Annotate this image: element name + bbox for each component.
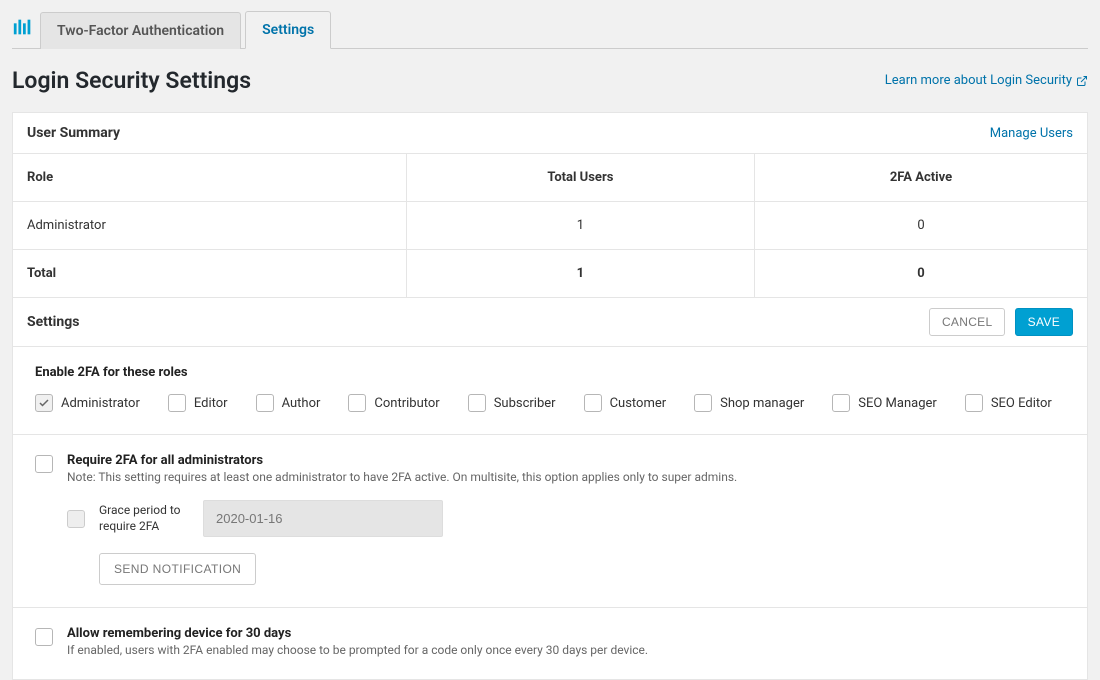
- cell-role: Total: [13, 250, 406, 298]
- user-summary-panel: User Summary Manage Users Role Total Use…: [12, 112, 1088, 680]
- tab-two-factor[interactable]: Two-Factor Authentication: [40, 12, 241, 49]
- remember-device-title: Allow remembering device for 30 days: [67, 626, 648, 641]
- role-label: Contributor: [374, 396, 439, 411]
- tab-settings[interactable]: Settings: [245, 11, 331, 49]
- require-2fa-note: Note: This setting requires at least one…: [67, 470, 737, 484]
- require-2fa-title: Require 2FA for all administrators: [67, 453, 737, 468]
- table-row: Administrator 1 0: [13, 202, 1087, 250]
- role-option[interactable]: Subscriber: [468, 394, 556, 412]
- tab-bar: Two-Factor Authentication Settings: [12, 10, 1088, 49]
- role-option[interactable]: Shop manager: [694, 394, 804, 412]
- remember-device-section: Allow remembering device for 30 days If …: [13, 608, 1087, 679]
- cell-role: Administrator: [13, 202, 406, 250]
- role-checkbox[interactable]: [694, 394, 712, 412]
- cell-total-users: 1: [406, 250, 754, 298]
- role-label: SEO Manager: [858, 396, 937, 411]
- send-notification-button[interactable]: SEND NOTIFICATION: [99, 553, 256, 585]
- role-label: SEO Editor: [991, 396, 1052, 411]
- role-checkbox[interactable]: [832, 394, 850, 412]
- cell-total-users: 1: [406, 202, 754, 250]
- role-checkbox[interactable]: [965, 394, 983, 412]
- cancel-button[interactable]: CANCEL: [929, 308, 1005, 336]
- role-checkbox[interactable]: [256, 394, 274, 412]
- user-summary-header: User Summary Manage Users: [13, 113, 1087, 154]
- col-total-users: Total Users: [406, 154, 754, 202]
- learn-more-text: Learn more about Login Security: [885, 73, 1072, 88]
- role-option[interactable]: Customer: [584, 394, 667, 412]
- table-row-total: Total 1 0: [13, 250, 1087, 298]
- role-label: Shop manager: [720, 396, 804, 411]
- remember-device-checkbox[interactable]: [35, 628, 53, 646]
- wordfence-logo-icon: [12, 16, 34, 42]
- learn-more-link[interactable]: Learn more about Login Security: [885, 73, 1088, 88]
- page-title: Login Security Settings: [12, 67, 251, 94]
- role-checkbox[interactable]: [468, 394, 486, 412]
- cell-2fa-active: 0: [754, 202, 1087, 250]
- role-option[interactable]: SEO Manager: [832, 394, 937, 412]
- user-summary-title: User Summary: [27, 125, 120, 141]
- cell-2fa-active: 0: [754, 250, 1087, 298]
- settings-title: Settings: [27, 314, 79, 330]
- role-checkbox[interactable]: [168, 394, 186, 412]
- role-option[interactable]: Contributor: [348, 394, 439, 412]
- role-checkbox[interactable]: [348, 394, 366, 412]
- role-label: Subscriber: [494, 396, 556, 411]
- role-option[interactable]: SEO Editor: [965, 394, 1052, 412]
- role-label: Administrator: [61, 396, 140, 411]
- role-label: Customer: [610, 396, 667, 411]
- save-button[interactable]: SAVE: [1015, 308, 1073, 336]
- col-2fa-active: 2FA Active: [754, 154, 1087, 202]
- user-summary-table: Role Total Users 2FA Active Administrato…: [13, 154, 1087, 297]
- settings-header: Settings CANCEL SAVE: [13, 297, 1087, 347]
- role-option[interactable]: Author: [256, 394, 321, 412]
- role-option[interactable]: Editor: [168, 394, 228, 412]
- roles-grid: Administrator Editor Author Contributor Subs…: [35, 394, 1065, 412]
- manage-users-link[interactable]: Manage Users: [990, 126, 1073, 141]
- role-label: Editor: [194, 396, 228, 411]
- external-link-icon: [1076, 75, 1088, 87]
- grace-period-label: Grace period to require 2FA: [99, 503, 189, 534]
- grace-period-checkbox[interactable]: [67, 510, 85, 528]
- role-checkbox[interactable]: [35, 394, 53, 412]
- title-bar: Login Security Settings Learn more about…: [12, 49, 1088, 112]
- col-role: Role: [13, 154, 406, 202]
- require-admin-section: Require 2FA for all administrators Note:…: [13, 435, 1087, 608]
- role-label: Author: [282, 396, 321, 411]
- grace-period-input[interactable]: [203, 500, 443, 537]
- roles-section: Enable 2FA for these roles Administrator…: [13, 347, 1087, 435]
- remember-device-note: If enabled, users with 2FA enabled may c…: [67, 643, 648, 657]
- roles-section-title: Enable 2FA for these roles: [35, 365, 1065, 380]
- require-2fa-checkbox[interactable]: [35, 455, 53, 473]
- role-option[interactable]: Administrator: [35, 394, 140, 412]
- role-checkbox[interactable]: [584, 394, 602, 412]
